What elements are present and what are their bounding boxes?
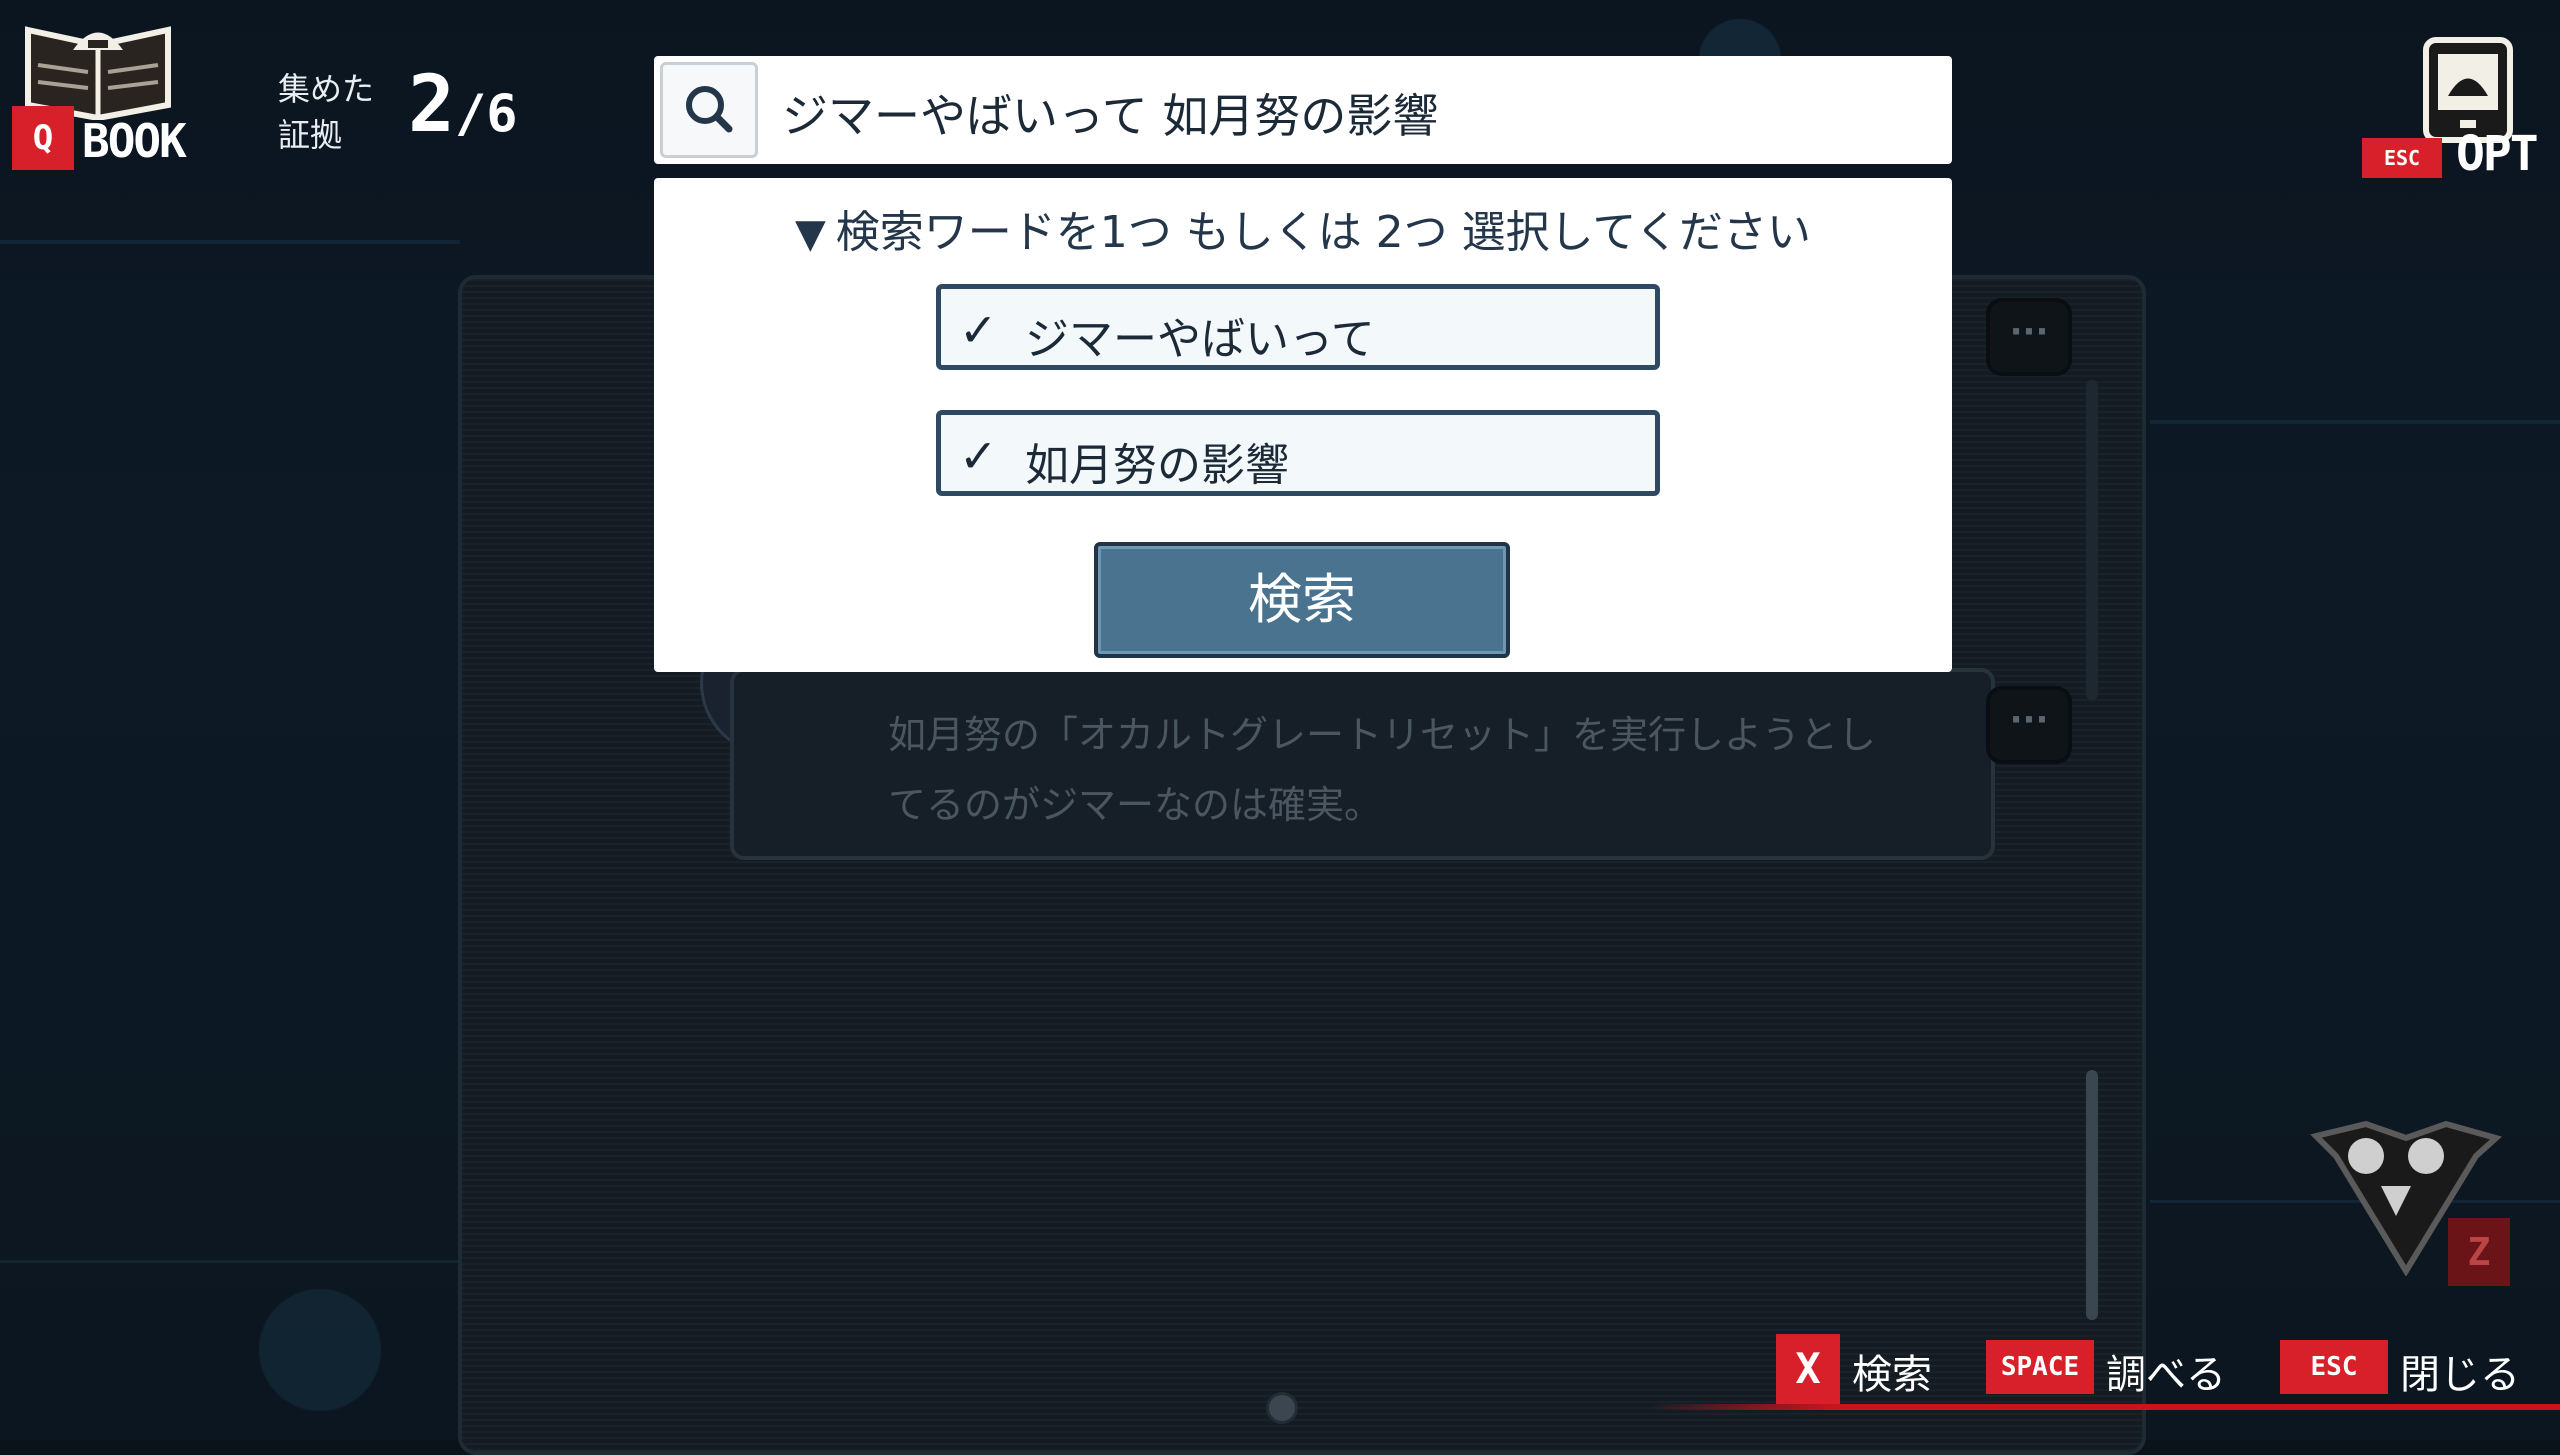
check-icon: ✓ [959,303,998,357]
control-label-search: 検索 [1852,1352,1932,1398]
search-icon [686,86,733,133]
check-icon: ✓ [959,429,998,483]
book-label: BOOK [82,114,187,168]
triangle-down-icon: ▼ [794,211,826,257]
options-label: OPT [2456,126,2539,182]
evidence-collected: 2 [408,60,455,150]
search-query[interactable]: ジマーやばいって 如月努の影響 [782,80,1438,146]
evidence-label-line2: 証拠 [278,116,343,154]
search-bar: ジマーやばいって 如月努の影響 [654,56,1952,164]
chat-scroll-track [2086,380,2098,700]
dialog-instruction-text: 検索ワードを1つ もしくは 2つ 選択してください [835,207,1812,258]
bg-circuit-line [0,1260,460,1263]
evidence-total: 6 [486,84,518,144]
keyword-option-2[interactable]: ✓ 如月努の影響 [936,410,1660,496]
evidence-label-line1: 集めた [278,70,375,108]
options-key-badge: ESC [2362,138,2442,178]
z-key-badge: Z [2448,1218,2510,1286]
control-label-close: 閉じる [2400,1352,2520,1398]
chat-bubble-icon [1990,302,2068,372]
book-key-badge: Q [12,106,74,170]
chat-scrollbar[interactable] [2086,1070,2098,1320]
search-icon-button[interactable] [660,62,758,158]
evidence-counter: 2/6 [408,60,518,150]
evidence-label: 集めた 証拠 [278,66,374,158]
dialog-instruction: ▼ 検索ワードを1つ もしくは 2つ 選択してください [654,196,1952,260]
search-submit-button[interactable]: 検索 [1094,542,1510,658]
keyword-option-1[interactable]: ✓ ジマーやばいって [936,284,1660,370]
controls-underline [1650,1404,2560,1410]
chat-bubble-icon [1990,690,2068,760]
bg-circuit-line [2150,420,2560,424]
evidence-separator: / [454,84,487,144]
control-key-space[interactable]: SPACE [1986,1340,2094,1394]
keyword-option-label: ジマーやばいって [1025,314,1375,365]
home-indicator [1266,1392,1298,1424]
control-key-esc[interactable]: ESC [2280,1340,2388,1394]
control-label-inspect: 調べる [2106,1352,2226,1398]
chat-message-text: 如月努の「オカルトグレートリセット」を実行しようとしてるのがジマーなのは確実。 [888,713,1877,827]
bg-circuit-line [0,240,460,244]
keyword-option-label: 如月努の影響 [1025,440,1289,491]
control-key-x[interactable]: X [1776,1334,1840,1404]
keyword-select-dialog: ▼ 検索ワードを1つ もしくは 2つ 選択してください ✓ ジマーやばいって ✓ … [654,178,1952,672]
book-icon [25,26,171,122]
